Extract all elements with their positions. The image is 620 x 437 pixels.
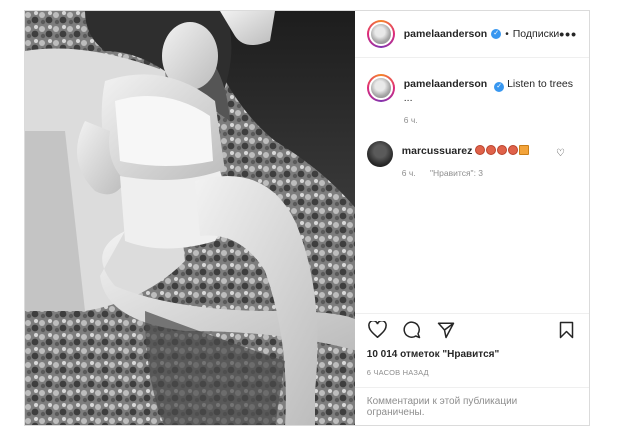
comment-like-heart-icon[interactable]: ♡ xyxy=(556,148,565,159)
follow-status-button[interactable]: Подписки xyxy=(513,28,560,40)
caption-item: pamelaanderson ✓ Listen to trees ... 6 ч… xyxy=(366,74,577,125)
instagram-post: pamelaanderson ✓ • Подписки ••• pamelaan… xyxy=(24,10,590,426)
heart-eyes-emoji-icon xyxy=(497,145,508,155)
likes-count[interactable]: 10 014 отметок "Нравится" xyxy=(355,349,589,360)
commenter-avatar[interactable] xyxy=(366,141,393,167)
comment-emojis xyxy=(475,145,530,157)
caption-avatar[interactable] xyxy=(366,74,395,102)
author-username[interactable]: pamelaanderson xyxy=(404,28,487,40)
post-actions xyxy=(354,313,589,345)
comments-list: pamelaanderson ✓ Listen to trees ... 6 ч… xyxy=(355,58,589,313)
caption-age: 6 ч. xyxy=(403,115,418,125)
heart-eyes-emoji-icon xyxy=(486,145,497,155)
comment-icon[interactable] xyxy=(401,319,423,341)
post-photo[interactable] xyxy=(25,11,355,425)
heart-icon[interactable] xyxy=(367,319,389,341)
photo-image xyxy=(25,11,355,425)
comment-likes[interactable]: "Нравится": 3 xyxy=(430,168,483,178)
share-icon[interactable] xyxy=(435,319,457,341)
post-sidebar: pamelaanderson ✓ • Подписки ••• pamelaan… xyxy=(354,11,589,425)
caption-username[interactable]: pamelaanderson xyxy=(404,78,487,90)
heart-eyes-emoji-icon xyxy=(475,145,486,155)
heart-eyes-emoji-icon xyxy=(508,145,519,155)
author-avatar[interactable] xyxy=(366,20,395,48)
comment-username[interactable]: marcussuarez xyxy=(402,145,473,157)
more-options-icon[interactable]: ••• xyxy=(559,26,577,42)
comment-item: marcussuarez 6 ч. "Нравится": 3 ♡ xyxy=(366,141,577,178)
verified-badge-icon: ✓ xyxy=(494,82,505,92)
post-timestamp: 6 ЧАСОВ НАЗАД xyxy=(366,368,429,377)
verified-badge-icon: ✓ xyxy=(491,29,502,39)
gift-emoji-icon xyxy=(519,145,530,155)
bookmark-icon[interactable] xyxy=(555,319,577,341)
comments-restricted-notice: Комментарии к этой публикации ограничены… xyxy=(354,387,589,425)
dot-separator: • xyxy=(505,28,509,40)
comment-age: 6 ч. xyxy=(401,168,416,178)
post-header: pamelaanderson ✓ • Подписки ••• xyxy=(354,11,589,58)
